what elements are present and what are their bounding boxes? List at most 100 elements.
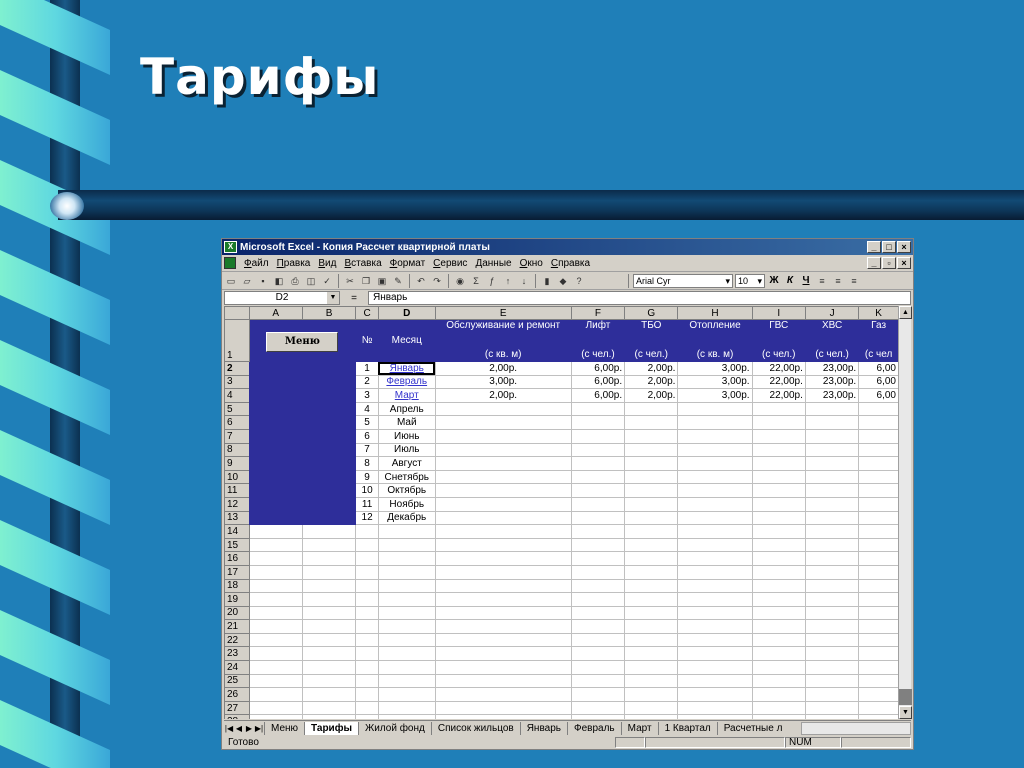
column-header[interactable]: F [570, 306, 626, 320]
cell-month[interactable]: Снетябрь [377, 469, 436, 485]
row-header[interactable]: 26 [224, 687, 250, 702]
empty-cell[interactable] [570, 619, 626, 634]
empty-cell[interactable] [804, 660, 860, 675]
empty-cell[interactable] [355, 578, 379, 594]
cell-month[interactable]: Август [377, 456, 436, 471]
cell-hvs[interactable]: 23,00р. [804, 361, 860, 376]
empty-cell[interactable] [301, 660, 357, 675]
row-header[interactable]: 1 [224, 319, 250, 362]
empty-cell[interactable] [434, 537, 572, 553]
empty-cell[interactable] [301, 673, 357, 689]
empty-cell[interactable] [434, 551, 572, 566]
row-header[interactable]: 6 [224, 415, 250, 430]
cell-gas[interactable] [858, 442, 899, 458]
empty-cell[interactable] [434, 673, 572, 689]
empty-cell[interactable] [570, 673, 626, 689]
row-header[interactable]: 11 [224, 483, 250, 498]
empty-cell[interactable] [804, 714, 860, 719]
cell-service[interactable] [434, 496, 572, 512]
empty-cell[interactable] [248, 592, 303, 607]
cell-month[interactable]: Июнь [377, 428, 436, 444]
row-header[interactable]: 4 [224, 388, 250, 403]
autosum-icon[interactable]: Σ [469, 274, 483, 288]
cell-hvs[interactable]: 23,00р. [804, 374, 860, 390]
empty-cell[interactable] [377, 592, 436, 607]
empty-cell[interactable] [248, 619, 303, 634]
cell-service[interactable] [434, 415, 572, 430]
row-header[interactable]: 23 [224, 646, 250, 662]
empty-cell[interactable] [677, 632, 753, 648]
cell-month[interactable]: Январь [377, 361, 436, 376]
empty-cell[interactable] [677, 578, 753, 594]
empty-cell[interactable] [858, 687, 899, 702]
cell-lift[interactable] [570, 428, 626, 444]
empty-cell[interactable] [248, 660, 303, 675]
empty-cell[interactable] [570, 564, 626, 580]
sheet-tab[interactable]: Расчетные л [716, 721, 789, 735]
empty-cell[interactable] [570, 687, 626, 702]
cell-gvs[interactable] [751, 428, 806, 444]
empty-cell[interactable] [804, 673, 860, 689]
sheet-tab[interactable]: Февраль [566, 721, 621, 735]
cell-lift[interactable] [570, 456, 626, 471]
empty-cell[interactable] [434, 660, 572, 675]
cell-heating[interactable] [677, 483, 753, 498]
sort-descending-icon[interactable]: ↓ [517, 274, 531, 288]
italic-button[interactable]: К [783, 274, 797, 288]
cell-service[interactable] [434, 442, 572, 458]
cell-hvs[interactable] [804, 428, 860, 444]
empty-cell[interactable] [751, 592, 806, 607]
formula-equals-icon[interactable]: = [344, 293, 364, 304]
cell-month[interactable]: Май [377, 415, 436, 430]
font-size-select[interactable]: 10 ▾ [735, 273, 765, 288]
empty-cell[interactable] [858, 578, 899, 594]
formula-input[interactable]: Январь [368, 291, 911, 305]
print-icon[interactable]: ⎙ [288, 274, 302, 288]
cell-service[interactable] [434, 469, 572, 485]
empty-cell[interactable] [248, 714, 303, 719]
empty-cell[interactable] [751, 687, 806, 702]
empty-cell[interactable] [248, 605, 303, 621]
empty-cell[interactable] [858, 551, 899, 566]
print-preview-icon[interactable]: ◫ [304, 274, 318, 288]
row-header[interactable]: 2 [224, 361, 250, 376]
select-all-corner[interactable] [224, 306, 250, 320]
bold-button[interactable]: Ж [767, 274, 781, 288]
row-header[interactable]: 3 [224, 374, 250, 390]
empty-cell[interactable] [677, 551, 753, 566]
drawing-icon[interactable]: ◆ [556, 274, 570, 288]
empty-cell[interactable] [248, 564, 303, 580]
column-header[interactable]: G [624, 306, 679, 320]
cell-heating[interactable]: 3,00р. [677, 361, 753, 376]
cell-tbo[interactable] [624, 496, 679, 512]
empty-cell[interactable] [248, 673, 303, 689]
cell-num[interactable]: 4 [355, 401, 379, 417]
workbook-icon[interactable] [224, 257, 236, 269]
cell-gas[interactable] [858, 469, 899, 485]
scroll-down-icon[interactable]: ▼ [899, 706, 912, 719]
cell-gvs[interactable] [751, 483, 806, 498]
empty-cell[interactable] [301, 524, 357, 539]
cell-gvs[interactable]: 22,00р. [751, 361, 806, 376]
empty-cell[interactable] [248, 632, 303, 648]
cell-service[interactable] [434, 510, 572, 526]
cell-gas[interactable]: 6,00 [858, 388, 899, 403]
empty-cell[interactable] [858, 660, 899, 675]
cell-month[interactable]: Октябрь [377, 483, 436, 498]
spreadsheet-grid[interactable]: A B C D E F G H I J K 1 Меню № Месяц Обс… [224, 306, 899, 719]
cell-num[interactable]: 3 [355, 388, 379, 403]
cell-heating[interactable] [677, 496, 753, 512]
empty-cell[interactable] [301, 632, 357, 648]
empty-cell[interactable] [434, 632, 572, 648]
empty-cell[interactable] [624, 578, 679, 594]
empty-cell[interactable] [858, 537, 899, 553]
cell-lift[interactable] [570, 496, 626, 512]
row-header[interactable]: 21 [224, 619, 250, 634]
cell-heating[interactable] [677, 469, 753, 485]
cell-month[interactable]: Ноябрь [377, 496, 436, 512]
empty-cell[interactable] [858, 673, 899, 689]
sheet-tab[interactable]: Список жильцов [430, 721, 520, 735]
cell-gas[interactable] [858, 401, 899, 417]
empty-cell[interactable] [677, 537, 753, 553]
empty-cell[interactable] [677, 619, 753, 634]
